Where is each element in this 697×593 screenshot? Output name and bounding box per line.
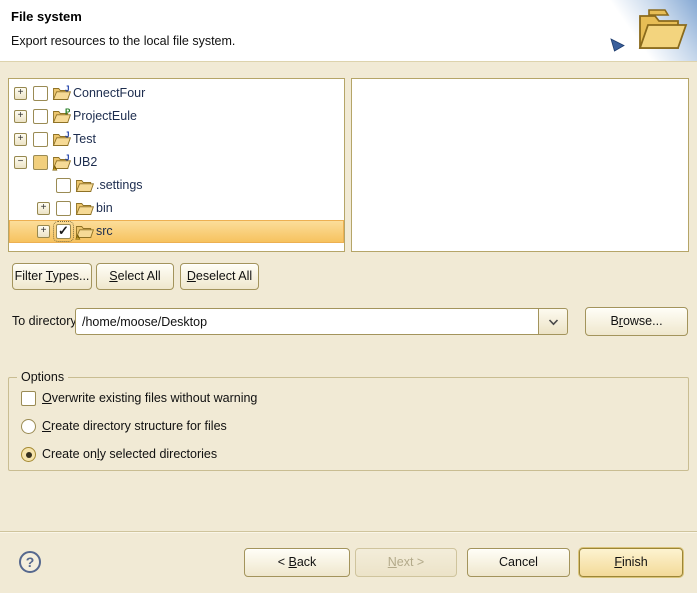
tree-item-label: src (96, 224, 113, 238)
footer-divider (0, 531, 697, 533)
tree-item-label: Test (73, 132, 96, 146)
svg-text:J: J (65, 154, 69, 163)
cancel-button[interactable]: Cancel (467, 548, 570, 577)
expand-toggle-icon[interactable]: + (37, 225, 50, 238)
tree-item-checkbox[interactable] (33, 155, 48, 170)
create-directory-structure-label[interactable]: Create directory structure for files (42, 419, 227, 433)
svg-text:P: P (65, 108, 71, 117)
folder-icon (75, 223, 94, 240)
tree-item-label: ConnectFour (73, 86, 145, 100)
collapse-toggle-icon[interactable]: − (14, 156, 27, 169)
file-list-panel[interactable] (351, 78, 689, 252)
browse-button[interactable]: Browse... (585, 307, 688, 336)
create-selected-directories-label[interactable]: Create only selected directories (42, 447, 217, 461)
tree-item-checkbox[interactable] (56, 178, 71, 193)
tree-row[interactable]: + PProjectEule (9, 105, 344, 128)
help-button[interactable]: ? (19, 551, 41, 573)
to-directory-label: To directory: (12, 314, 80, 328)
tree-item-checkbox[interactable] (33, 109, 48, 124)
page-description: Export resources to the local file syste… (11, 34, 235, 48)
select-all-button[interactable]: Select All (96, 263, 174, 290)
tree-row[interactable]: + bin (9, 197, 344, 220)
folder-icon (75, 177, 94, 194)
filter-types-button[interactable]: Filter Types... (12, 263, 92, 290)
project-folder-icon: J (52, 154, 71, 171)
tree-row[interactable]: .settings (9, 174, 344, 197)
expand-toggle-icon[interactable]: + (37, 202, 50, 215)
expand-toggle-icon[interactable]: + (14, 87, 27, 100)
resource-tree-panel: + J ConnectFour + PProjectEule + J Test − J UB2 .se… (8, 78, 345, 252)
export-wizard-dialog: File system Export resources to the loca… (0, 0, 697, 593)
chevron-down-icon (548, 319, 559, 326)
overwrite-label[interactable]: Overwrite existing files without warning (42, 391, 257, 405)
overwrite-checkbox[interactable] (21, 391, 36, 406)
tree-row[interactable]: − J UB2 (9, 151, 344, 174)
tree-item-checkbox[interactable] (33, 86, 48, 101)
options-legend: Options (17, 370, 68, 384)
project-folder-icon: J (52, 85, 71, 102)
deselect-all-button[interactable]: Deselect All (180, 263, 259, 290)
tree-item-label: bin (96, 201, 113, 215)
finish-button[interactable]: Finish (579, 548, 683, 577)
project-folder-icon: P (52, 108, 71, 125)
svg-text:J: J (65, 85, 69, 94)
directory-input[interactable] (75, 308, 538, 335)
page-title: File system (11, 9, 82, 24)
create-selected-directories-radio[interactable] (21, 447, 36, 462)
tree-item-checkbox[interactable] (56, 201, 71, 216)
folder-icon (75, 200, 94, 217)
tree-item-checkbox[interactable] (56, 224, 71, 239)
tree-row[interactable]: + src (9, 220, 344, 243)
svg-text:J: J (65, 131, 69, 140)
tree-item-label: .settings (96, 178, 143, 192)
create-directory-structure-radio[interactable] (21, 419, 36, 434)
back-button[interactable]: < Back (244, 548, 350, 577)
wizard-header: File system Export resources to the loca… (0, 0, 697, 62)
next-button: Next > (355, 548, 457, 577)
tree-row[interactable]: + J Test (9, 128, 344, 151)
directory-dropdown-button[interactable] (538, 308, 568, 335)
options-group: Options Overwrite existing files without… (8, 377, 689, 471)
expand-toggle-icon[interactable]: + (14, 110, 27, 123)
tree-rows: + J ConnectFour + PProjectEule + J Test − J UB2 .se… (9, 82, 344, 243)
tree-item-checkbox[interactable] (33, 132, 48, 147)
tree-item-label: ProjectEule (73, 109, 137, 123)
tree-row[interactable]: + J ConnectFour (9, 82, 344, 105)
tree-item-label: UB2 (73, 155, 97, 169)
project-folder-icon: J (52, 131, 71, 148)
expand-toggle-icon[interactable]: + (14, 133, 27, 146)
export-folder-icon (605, 0, 697, 61)
